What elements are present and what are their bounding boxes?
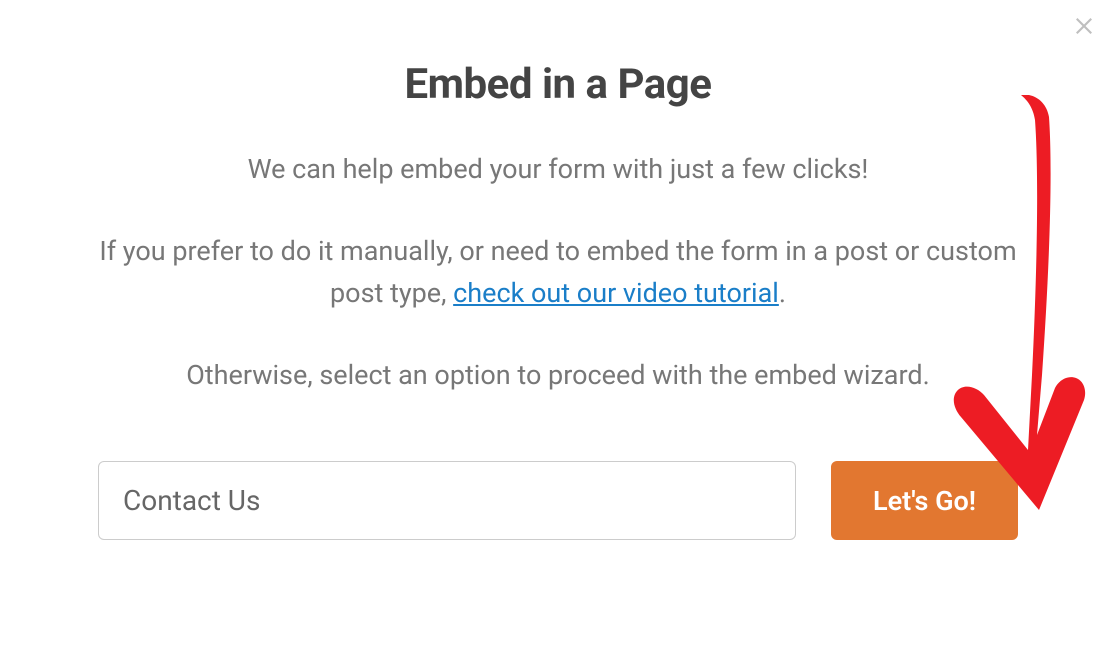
embed-modal: Embed in a Page We can help embed your f… [0,0,1116,667]
modal-description-2: If you prefer to do it manually, or need… [98,231,1018,315]
modal-title: Embed in a Page [98,60,1018,109]
video-tutorial-link[interactable]: check out our video tutorial [453,277,779,309]
lets-go-button[interactable]: Let's Go! [831,461,1018,540]
modal-description-1: We can help embed your form with just a … [98,149,1018,191]
description-text-2: . [779,277,786,309]
form-row: Let's Go! [98,461,1018,540]
modal-description-3: Otherwise, select an option to proceed w… [98,355,1018,397]
page-name-input[interactable] [98,461,796,540]
close-icon[interactable] [1072,14,1096,38]
